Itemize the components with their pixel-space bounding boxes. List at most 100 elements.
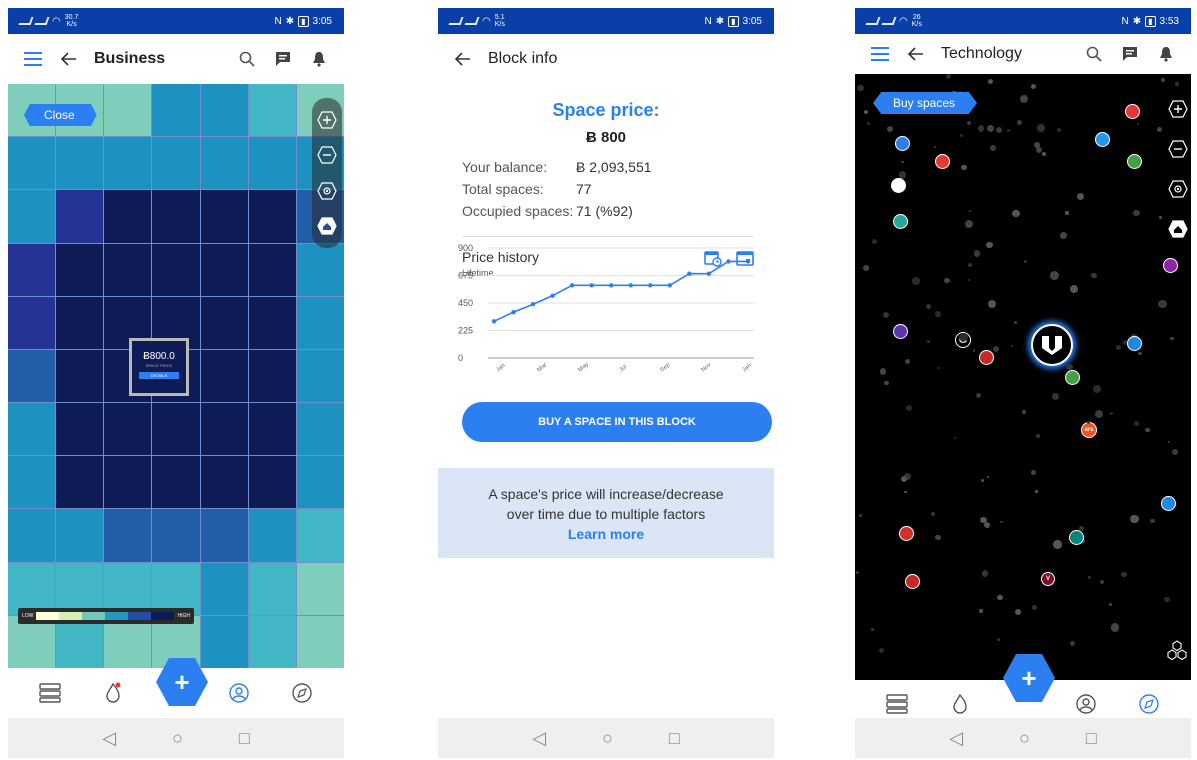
company-logo[interactable]	[1161, 496, 1176, 511]
company-logo[interactable]	[905, 574, 920, 589]
heat-cell[interactable]	[200, 137, 248, 190]
nav-back-icon[interactable]: ◁	[532, 728, 546, 749]
heat-cell[interactable]	[248, 84, 296, 137]
space-dot[interactable]	[855, 570, 860, 574]
space-dot[interactable]	[1100, 580, 1105, 585]
tab-explore-icon[interactable]	[284, 675, 320, 711]
space-dot[interactable]	[997, 594, 1003, 601]
space-dot[interactable]	[1065, 211, 1069, 215]
space-dot[interactable]	[944, 277, 951, 284]
space-dot[interactable]	[1137, 351, 1142, 356]
space-dot[interactable]	[1017, 120, 1023, 126]
bell-icon[interactable]	[1155, 43, 1177, 65]
space-dot[interactable]	[1156, 126, 1163, 133]
space-dot[interactable]	[879, 368, 887, 375]
heat-cell[interactable]	[296, 403, 344, 456]
company-logo[interactable]	[979, 350, 994, 365]
learn-more-link[interactable]: Learn more	[438, 524, 774, 544]
space-dot[interactable]	[1091, 273, 1097, 279]
space-dot[interactable]	[1092, 385, 1101, 393]
heat-cell[interactable]	[200, 296, 248, 349]
heat-cell[interactable]	[152, 243, 200, 296]
space-dot[interactable]	[1145, 427, 1150, 432]
bell-icon[interactable]	[308, 48, 330, 70]
heat-cell[interactable]	[248, 403, 296, 456]
nav-back-icon[interactable]: ◁	[102, 728, 116, 749]
company-logo[interactable]	[1065, 370, 1080, 385]
space-dot[interactable]	[1019, 94, 1029, 104]
space-dot[interactable]	[1170, 336, 1174, 341]
space-dot[interactable]	[1158, 215, 1163, 220]
nav-recents-icon[interactable]: □	[669, 728, 680, 749]
space-dot[interactable]	[967, 278, 970, 281]
space-dot[interactable]	[1134, 420, 1140, 426]
tab-list-icon[interactable]	[879, 686, 915, 722]
chat-icon[interactable]	[1119, 43, 1141, 65]
company-logo[interactable]	[895, 136, 910, 151]
space-dot[interactable]	[1032, 605, 1038, 611]
space-dot[interactable]	[1108, 602, 1112, 606]
heat-cell[interactable]	[152, 190, 200, 243]
heat-cell[interactable]	[152, 456, 200, 509]
locate-icon[interactable]	[316, 180, 338, 202]
chat-icon[interactable]	[272, 48, 294, 70]
home-icon[interactable]	[316, 215, 338, 237]
heat-cell[interactable]	[152, 403, 200, 456]
heat-cell[interactable]	[200, 456, 248, 509]
heat-cell[interactable]	[56, 456, 104, 509]
tab-trending-icon[interactable]	[95, 675, 131, 711]
space-dot[interactable]	[866, 122, 871, 126]
heat-cell[interactable]	[200, 190, 248, 243]
space-dot[interactable]	[879, 647, 885, 653]
space-dot[interactable]	[1168, 441, 1171, 444]
space-dot[interactable]	[1013, 321, 1017, 325]
space-dot[interactable]	[1023, 259, 1028, 264]
space-dot[interactable]	[882, 311, 889, 319]
space-dot[interactable]	[989, 144, 996, 151]
space-dot[interactable]	[1171, 448, 1178, 455]
space-dot[interactable]	[1069, 640, 1075, 646]
space-dot[interactable]	[935, 534, 941, 541]
zoom-out-icon[interactable]	[316, 144, 338, 166]
space-dot[interactable]	[871, 628, 875, 632]
tab-list-icon[interactable]	[32, 675, 68, 711]
company-logo[interactable]	[1163, 258, 1178, 273]
popup-details-button[interactable]: DETAILS	[139, 372, 179, 379]
heat-cell[interactable]	[8, 137, 56, 190]
space-dot[interactable]	[1088, 576, 1091, 580]
nav-back-icon[interactable]: ◁	[949, 728, 963, 749]
heat-cell[interactable]	[200, 615, 248, 668]
space-dot[interactable]	[1035, 434, 1040, 439]
nav-recents-icon[interactable]: □	[239, 728, 250, 749]
heat-cell[interactable]	[104, 84, 152, 137]
space-dot[interactable]	[981, 570, 989, 577]
space-dot[interactable]	[1036, 124, 1046, 133]
buy-spaces-button[interactable]: Buy spaces	[873, 92, 978, 114]
heat-cell[interactable]	[248, 562, 296, 615]
space-dot[interactable]	[1150, 518, 1155, 524]
space-dot[interactable]	[1030, 83, 1036, 89]
space-dot[interactable]	[1042, 151, 1047, 156]
heat-cell[interactable]	[296, 562, 344, 615]
heat-cell[interactable]	[104, 562, 152, 615]
company-logo[interactable]	[893, 214, 908, 229]
space-dot[interactable]	[857, 84, 865, 92]
space-dot[interactable]	[977, 125, 985, 132]
space-dot[interactable]	[973, 250, 980, 257]
space-dot[interactable]	[1164, 596, 1170, 602]
space-dot[interactable]	[930, 512, 935, 517]
space-dot[interactable]	[1059, 232, 1067, 240]
zoom-out-icon[interactable]	[1167, 138, 1189, 160]
buy-space-button[interactable]: BUY A SPACE IN THIS BLOCK	[462, 402, 772, 442]
space-map[interactable]: G ars V	[855, 74, 1191, 680]
space-dot[interactable]	[933, 146, 936, 149]
heat-cell[interactable]	[248, 456, 296, 509]
nav-home-icon[interactable]: ○	[602, 728, 613, 749]
space-dot[interactable]	[886, 126, 894, 133]
space-dot[interactable]	[1031, 470, 1037, 476]
space-dot[interactable]	[912, 277, 920, 285]
heat-cell[interactable]	[104, 243, 152, 296]
heat-cell[interactable]	[200, 84, 248, 137]
space-dot[interactable]	[1035, 490, 1038, 493]
space-dot[interactable]	[960, 134, 963, 137]
